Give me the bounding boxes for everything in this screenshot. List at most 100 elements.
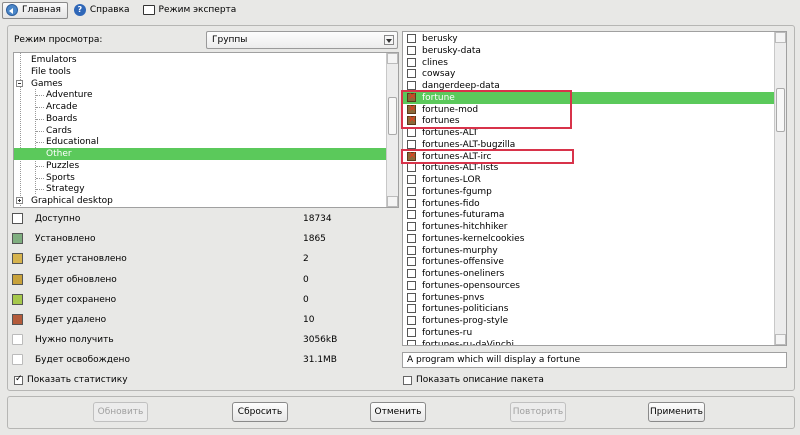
package-row[interactable]: fortunes-offensive: [403, 256, 774, 268]
show-description-label: Показать описание пакета: [416, 375, 544, 385]
package-checkbox[interactable]: [407, 210, 416, 220]
package-row[interactable]: fortunes-LOR: [403, 174, 774, 186]
package-row[interactable]: fortunes-murphy: [403, 245, 774, 257]
tree-guide: [36, 118, 44, 120]
tree-item[interactable]: Games: [14, 78, 386, 90]
collapse-icon[interactable]: [16, 79, 23, 87]
package-row[interactable]: fortunes: [403, 114, 774, 127]
remove-mark-icon[interactable]: [407, 114, 416, 126]
package-checkbox[interactable]: [407, 269, 416, 278]
to-remove-icon: [12, 314, 23, 325]
package-row[interactable]: fortunes-hitchhiker: [403, 221, 774, 233]
package-description: A program which will display a fortune: [402, 352, 787, 368]
package-checkbox[interactable]: [407, 81, 416, 90]
tree-item[interactable]: Educational: [14, 136, 386, 148]
help-button[interactable]: ? Справка: [70, 2, 137, 19]
remove-mark-icon[interactable]: [407, 91, 416, 103]
scroll-thumb[interactable]: [776, 88, 785, 132]
package-row[interactable]: fortunes-prog-style: [403, 315, 774, 327]
apply-button[interactable]: Применить: [648, 402, 705, 422]
package-checkbox[interactable]: [407, 233, 416, 243]
cancel-button[interactable]: Отменить: [370, 402, 426, 422]
scroll-up-icon[interactable]: [775, 32, 786, 43]
tree-item[interactable]: Boards: [14, 113, 386, 125]
show-stats-checkbox[interactable]: [14, 374, 23, 385]
home-button[interactable]: Главная: [2, 1, 68, 19]
package-row[interactable]: berusky-data: [403, 45, 774, 57]
package-checkbox[interactable]: [407, 292, 416, 302]
package-row[interactable]: dangerdeep-data: [403, 80, 774, 92]
package-checkbox[interactable]: [407, 139, 416, 149]
package-name: fortunes-prog-style: [422, 316, 509, 326]
tree-item[interactable]: Sports: [14, 172, 386, 184]
repeat-button[interactable]: Повторить: [510, 402, 566, 422]
package-checkbox[interactable]: [407, 339, 416, 345]
package-list[interactable]: berusky berusky-data clines cowsay dangerdee…: [402, 31, 787, 346]
package-row[interactable]: fortunes-ru: [403, 327, 774, 339]
package-checkbox[interactable]: [407, 245, 416, 255]
remove-mark-icon[interactable]: [407, 150, 416, 162]
package-row[interactable]: fortunes-futurama: [403, 209, 774, 221]
reset-button[interactable]: Сбросить: [232, 402, 288, 422]
tree-scrollbar[interactable]: [386, 53, 398, 207]
package-checkbox[interactable]: [407, 163, 416, 173]
package-checkbox[interactable]: [407, 304, 416, 314]
package-row[interactable]: fortunes-ru-daVinchi: [403, 339, 774, 345]
package-checkbox[interactable]: [407, 57, 416, 67]
package-row[interactable]: fortunes-opensources: [403, 280, 774, 292]
package-row[interactable]: fortunes-kernelcookies: [403, 233, 774, 245]
package-checkbox[interactable]: [407, 327, 416, 337]
package-row[interactable]: fortunes-ALT-lists: [403, 162, 774, 174]
package-checkbox[interactable]: [407, 257, 416, 267]
package-row[interactable]: fortunes-pnvs: [403, 292, 774, 304]
tree-item[interactable]: Cards: [14, 125, 386, 137]
package-checkbox[interactable]: [407, 69, 416, 79]
tree-item[interactable]: Puzzles: [14, 160, 386, 172]
available-icon: [12, 213, 23, 224]
package-checkbox[interactable]: [407, 175, 416, 184]
expand-icon[interactable]: [16, 197, 23, 204]
package-row[interactable]: fortunes-ALT-bugzilla: [403, 139, 774, 151]
package-row[interactable]: fortune-mod: [403, 103, 774, 116]
package-row[interactable]: berusky: [403, 33, 774, 45]
package-row[interactable]: fortunes-fido: [403, 198, 774, 210]
package-row[interactable]: fortunes-oneliners: [403, 268, 774, 280]
expert-mode-button[interactable]: Режим эксперта: [139, 2, 244, 19]
package-name: fortunes-ALT-irc: [422, 151, 492, 162]
view-mode-select[interactable]: Группы: [206, 31, 398, 49]
scroll-up-icon[interactable]: [387, 53, 398, 64]
tree-item[interactable]: Emulators: [14, 54, 386, 66]
package-row[interactable]: fortunes-ALT-irc: [403, 150, 774, 163]
package-checkbox[interactable]: [407, 128, 416, 137]
package-checkbox[interactable]: [407, 316, 416, 325]
package-checkbox[interactable]: [407, 34, 416, 43]
tree-item[interactable]: File tools: [14, 66, 386, 78]
package-checkbox[interactable]: [407, 222, 416, 231]
help-icon: ?: [73, 4, 86, 16]
tree-item[interactable]: Graphical desktop: [14, 195, 386, 207]
remove-mark-icon[interactable]: [407, 103, 416, 115]
tree-item[interactable]: Arcade: [14, 101, 386, 113]
scroll-down-icon[interactable]: [387, 196, 398, 207]
tree-item[interactable]: Adventure: [14, 89, 386, 101]
package-row[interactable]: fortunes-ALT: [403, 127, 774, 139]
package-row[interactable]: clines: [403, 57, 774, 69]
package-checkbox[interactable]: [407, 186, 416, 196]
tree-item[interactable]: Strategy: [14, 183, 386, 195]
package-row[interactable]: fortunes-politicians: [403, 303, 774, 315]
tree-item-label: Other: [46, 149, 72, 159]
package-row[interactable]: fortunes-fgump: [403, 186, 774, 198]
tree-item[interactable]: Other: [14, 148, 386, 160]
scroll-down-icon[interactable]: [775, 334, 786, 345]
update-button[interactable]: Обновить: [93, 402, 148, 422]
group-tree[interactable]: Emulators File tools Games Adventure Arcade B…: [13, 52, 399, 208]
show-description-checkbox[interactable]: [403, 376, 412, 385]
scroll-thumb[interactable]: [388, 97, 397, 135]
package-checkbox[interactable]: [407, 280, 416, 290]
package-row[interactable]: fortune: [403, 91, 774, 104]
package-scrollbar[interactable]: [774, 32, 786, 345]
package-checkbox[interactable]: [407, 198, 416, 208]
tree-item-label: Games: [31, 78, 63, 89]
package-row[interactable]: cowsay: [403, 68, 774, 80]
package-checkbox[interactable]: [407, 45, 416, 55]
